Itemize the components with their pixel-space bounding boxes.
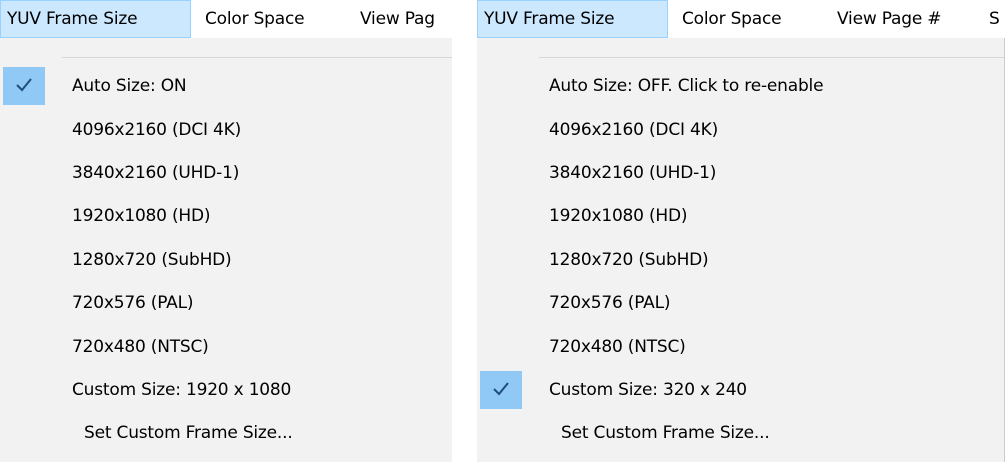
right-item-set-custom-frame-size-label: Set Custom Frame Size... — [561, 423, 770, 443]
left-menubar: YUV Frame Size Color Space View Pag — [0, 0, 452, 38]
left-item-1920x1080-label: 1920x1080 (HD) — [72, 206, 211, 226]
checkmark-icon — [3, 67, 45, 105]
left-item-720x576[interactable]: 720x576 (PAL) — [0, 283, 452, 323]
right-menu-yuv-frame-size[interactable]: YUV Frame Size — [477, 0, 668, 38]
left-item-720x576-label: 720x576 (PAL) — [72, 293, 194, 313]
right-menu-truncated[interactable]: S — [982, 0, 1005, 38]
screenshot-stage: YUV Frame Size Color Space View Pag Auto… — [0, 0, 1005, 462]
left-item-3840x2160-label: 3840x2160 (UHD-1) — [72, 163, 240, 183]
right-item-720x480-label: 720x480 (NTSC) — [549, 337, 686, 357]
right-item-3840x2160[interactable]: 3840x2160 (UHD-1) — [477, 153, 1004, 193]
right-item-auto-size-label: Auto Size: OFF. Click to re-enable — [549, 76, 824, 96]
left-menu-panel: YUV Frame Size Color Space View Pag Auto… — [0, 0, 452, 462]
right-item-custom-size[interactable]: Custom Size: 320 x 240 — [477, 370, 1004, 410]
right-item-4096x2160-label: 4096x2160 (DCI 4K) — [549, 120, 718, 140]
right-item-set-custom-frame-size[interactable]: Set Custom Frame Size... — [477, 413, 1004, 453]
right-item-720x576-label: 720x576 (PAL) — [549, 293, 671, 313]
right-menu-color-space[interactable]: Color Space — [675, 0, 821, 38]
left-item-4096x2160[interactable]: 4096x2160 (DCI 4K) — [0, 110, 452, 150]
right-item-1280x720[interactable]: 1280x720 (SubHD) — [477, 240, 1004, 280]
right-item-720x480[interactable]: 720x480 (NTSC) — [477, 327, 1004, 367]
right-menu-panel: YUV Frame Size Color Space View Page # S… — [477, 0, 1005, 462]
right-item-3840x2160-label: 3840x2160 (UHD-1) — [549, 163, 717, 183]
right-dropdown-menu: Auto Size: OFF. Click to re-enable 4096x… — [477, 38, 1005, 462]
checkmark-icon — [480, 371, 522, 409]
panel-gap — [452, 0, 477, 462]
right-item-1280x720-label: 1280x720 (SubHD) — [549, 250, 709, 270]
left-menu-yuv-frame-size[interactable]: YUV Frame Size — [0, 0, 191, 38]
right-menu-view-page[interactable]: View Page # — [830, 0, 968, 38]
left-item-custom-size[interactable]: Custom Size: 1920 x 1080 — [0, 370, 452, 410]
left-dropdown-menu: Auto Size: ON 4096x2160 (DCI 4K) 3840x21… — [0, 38, 452, 462]
left-item-set-custom-frame-size[interactable]: Set Custom Frame Size... — [0, 413, 452, 453]
right-item-4096x2160[interactable]: 4096x2160 (DCI 4K) — [477, 110, 1004, 150]
left-item-1920x1080[interactable]: 1920x1080 (HD) — [0, 196, 452, 236]
left-item-4096x2160-label: 4096x2160 (DCI 4K) — [72, 120, 241, 140]
left-item-720x480[interactable]: 720x480 (NTSC) — [0, 327, 452, 367]
left-item-720x480-label: 720x480 (NTSC) — [72, 337, 209, 357]
left-item-1280x720-label: 1280x720 (SubHD) — [72, 250, 232, 270]
left-item-custom-size-label: Custom Size: 1920 x 1080 — [72, 380, 292, 400]
left-menu-view-page[interactable]: View Pag — [353, 0, 452, 38]
left-menu-color-space[interactable]: Color Space — [198, 0, 344, 38]
right-dropdown-top-rule — [539, 57, 1004, 58]
right-item-720x576[interactable]: 720x576 (PAL) — [477, 283, 1004, 323]
right-item-custom-size-label: Custom Size: 320 x 240 — [549, 380, 747, 400]
right-item-1920x1080[interactable]: 1920x1080 (HD) — [477, 196, 1004, 236]
left-item-1280x720[interactable]: 1280x720 (SubHD) — [0, 240, 452, 280]
left-item-3840x2160[interactable]: 3840x2160 (UHD-1) — [0, 153, 452, 193]
left-item-auto-size[interactable]: Auto Size: ON — [0, 66, 452, 106]
right-item-auto-size[interactable]: Auto Size: OFF. Click to re-enable — [477, 66, 1004, 106]
left-item-auto-size-label: Auto Size: ON — [72, 76, 187, 96]
left-dropdown-top-rule — [62, 57, 452, 58]
left-item-set-custom-frame-size-label: Set Custom Frame Size... — [84, 423, 293, 443]
right-menubar: YUV Frame Size Color Space View Page # S — [477, 0, 1005, 38]
right-item-1920x1080-label: 1920x1080 (HD) — [549, 206, 688, 226]
